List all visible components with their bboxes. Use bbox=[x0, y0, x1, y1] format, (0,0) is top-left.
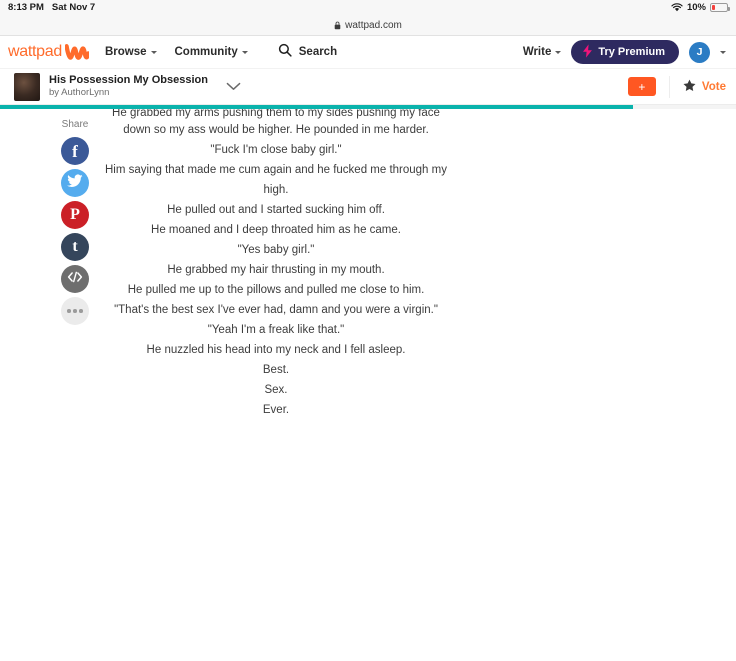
status-bar-time: 8:13 PM bbox=[8, 2, 44, 13]
lightning-bolt-icon bbox=[582, 43, 593, 61]
story-line: Him saying that made me cum again and he… bbox=[105, 164, 447, 176]
story-line: He grabbed my hair thrusting in my mouth… bbox=[167, 264, 385, 276]
top-nav-right-group: Write Try Premium J bbox=[523, 40, 726, 64]
action-divider bbox=[668, 75, 670, 98]
url-text: wattpad.com bbox=[345, 19, 402, 31]
story-line: He pulled me up to the pillows and pulle… bbox=[127, 284, 425, 296]
story-text-content: He grabbed my arms pushing them to my si… bbox=[105, 109, 447, 420]
status-bar-left: 8:13 PM Sat Nov 7 bbox=[8, 2, 95, 13]
twitter-bird-icon bbox=[67, 173, 83, 193]
story-line: high. bbox=[263, 184, 289, 196]
add-to-library-button[interactable]: + bbox=[627, 77, 656, 96]
wifi-icon bbox=[671, 3, 683, 12]
account-menu-chevron-down-icon[interactable] bbox=[720, 50, 726, 54]
pinterest-p-icon: P bbox=[70, 206, 80, 223]
story-header-bar: His Possession My Obsession by AuthorLyn… bbox=[0, 69, 736, 105]
add-to-library-label: + bbox=[638, 79, 646, 94]
nav-community-label: Community bbox=[174, 46, 238, 58]
story-line: "Fuck I'm close baby girl." bbox=[210, 144, 342, 156]
story-author: by AuthorLynn bbox=[49, 87, 110, 99]
nav-community[interactable]: Community bbox=[175, 46, 248, 58]
chevron-down-icon bbox=[555, 50, 562, 54]
nav-write-label: Write bbox=[522, 46, 552, 58]
story-line: He grabbed my arms pushing them to my si… bbox=[112, 109, 440, 119]
story-line: Sex. bbox=[264, 384, 288, 396]
try-premium-label: Try Premium bbox=[598, 46, 665, 58]
code-brackets-icon bbox=[67, 270, 83, 288]
user-avatar[interactable]: J bbox=[689, 41, 710, 63]
system-status-bar: 8:13 PM Sat Nov 7 10% bbox=[0, 0, 736, 15]
story-bar-actions: + Vote bbox=[627, 75, 726, 98]
story-line: He moaned and I deep throated him as he … bbox=[151, 224, 401, 236]
star-icon bbox=[683, 79, 696, 95]
nav-write[interactable]: Write bbox=[523, 46, 562, 58]
story-cover-thumbnail[interactable] bbox=[14, 72, 40, 101]
story-line: down so my ass would be higher. He pound… bbox=[123, 124, 429, 136]
share-twitter-button[interactable] bbox=[61, 169, 89, 197]
vote-label: Vote bbox=[701, 80, 726, 93]
search-button[interactable]: Search bbox=[278, 43, 337, 62]
dot bbox=[73, 309, 77, 313]
share-embed-code-button[interactable] bbox=[61, 265, 89, 293]
story-title: His Possession My Obsession bbox=[49, 74, 208, 87]
story-line: He pulled out and I started sucking him … bbox=[167, 204, 385, 216]
wattpad-logo[interactable]: wattpad bbox=[8, 43, 89, 62]
avatar-initial: J bbox=[696, 46, 703, 58]
tumblr-icon: t bbox=[72, 238, 78, 255]
story-line: "Yeah I'm a freak like that." bbox=[207, 324, 345, 336]
share-label: Share bbox=[61, 119, 89, 130]
status-bar-date: Sat Nov 7 bbox=[51, 2, 96, 13]
dot bbox=[67, 309, 71, 313]
search-icon bbox=[278, 43, 292, 62]
vote-button[interactable]: Vote bbox=[683, 79, 726, 95]
story-line: He nuzzled his head into my neck and I f… bbox=[146, 344, 406, 356]
browser-url-bar[interactable]: wattpad.com bbox=[0, 15, 736, 36]
battery-fill bbox=[712, 5, 715, 10]
more-dots-icon bbox=[67, 309, 83, 313]
wattpad-w-logo-icon bbox=[64, 43, 89, 62]
story-expand-chevron-down-icon[interactable] bbox=[208, 82, 241, 91]
share-pinterest-button[interactable]: P bbox=[61, 201, 89, 229]
story-line-clipped: He grabbed my arms pushing them to my si… bbox=[105, 109, 447, 120]
share-more-options-button[interactable] bbox=[61, 297, 89, 325]
story-line: Ever. bbox=[262, 404, 290, 416]
nav-browse[interactable]: Browse bbox=[105, 46, 157, 58]
share-tumblr-button[interactable]: t bbox=[61, 233, 89, 261]
story-line: Best. bbox=[262, 364, 290, 376]
try-premium-button[interactable]: Try Premium bbox=[571, 40, 679, 64]
story-meta: His Possession My Obsession by AuthorLyn… bbox=[49, 74, 208, 99]
battery-percent-label: 10% bbox=[686, 2, 706, 13]
wattpad-wordmark: wattpad bbox=[8, 43, 62, 60]
status-bar-right: 10% bbox=[671, 2, 730, 13]
nav-browse-label: Browse bbox=[104, 46, 147, 58]
story-line: "That's the best sex I've ever had, damn… bbox=[114, 304, 438, 316]
share-sidebar: Share f P t bbox=[56, 119, 94, 329]
dot bbox=[79, 309, 83, 313]
chevron-down-icon bbox=[241, 50, 248, 54]
facebook-icon: f bbox=[72, 141, 78, 161]
chevron-down-icon bbox=[150, 50, 157, 54]
reader-body: Share f P t He grabbed my arms pushing t… bbox=[0, 109, 736, 661]
search-label: Search bbox=[298, 46, 338, 58]
lock-icon bbox=[334, 21, 341, 30]
battery-icon bbox=[710, 3, 730, 12]
share-facebook-button[interactable]: f bbox=[61, 137, 89, 165]
wattpad-top-navigation: wattpad Browse Community Search Write Tr… bbox=[0, 36, 736, 69]
story-line: "Yes baby girl." bbox=[237, 244, 315, 256]
